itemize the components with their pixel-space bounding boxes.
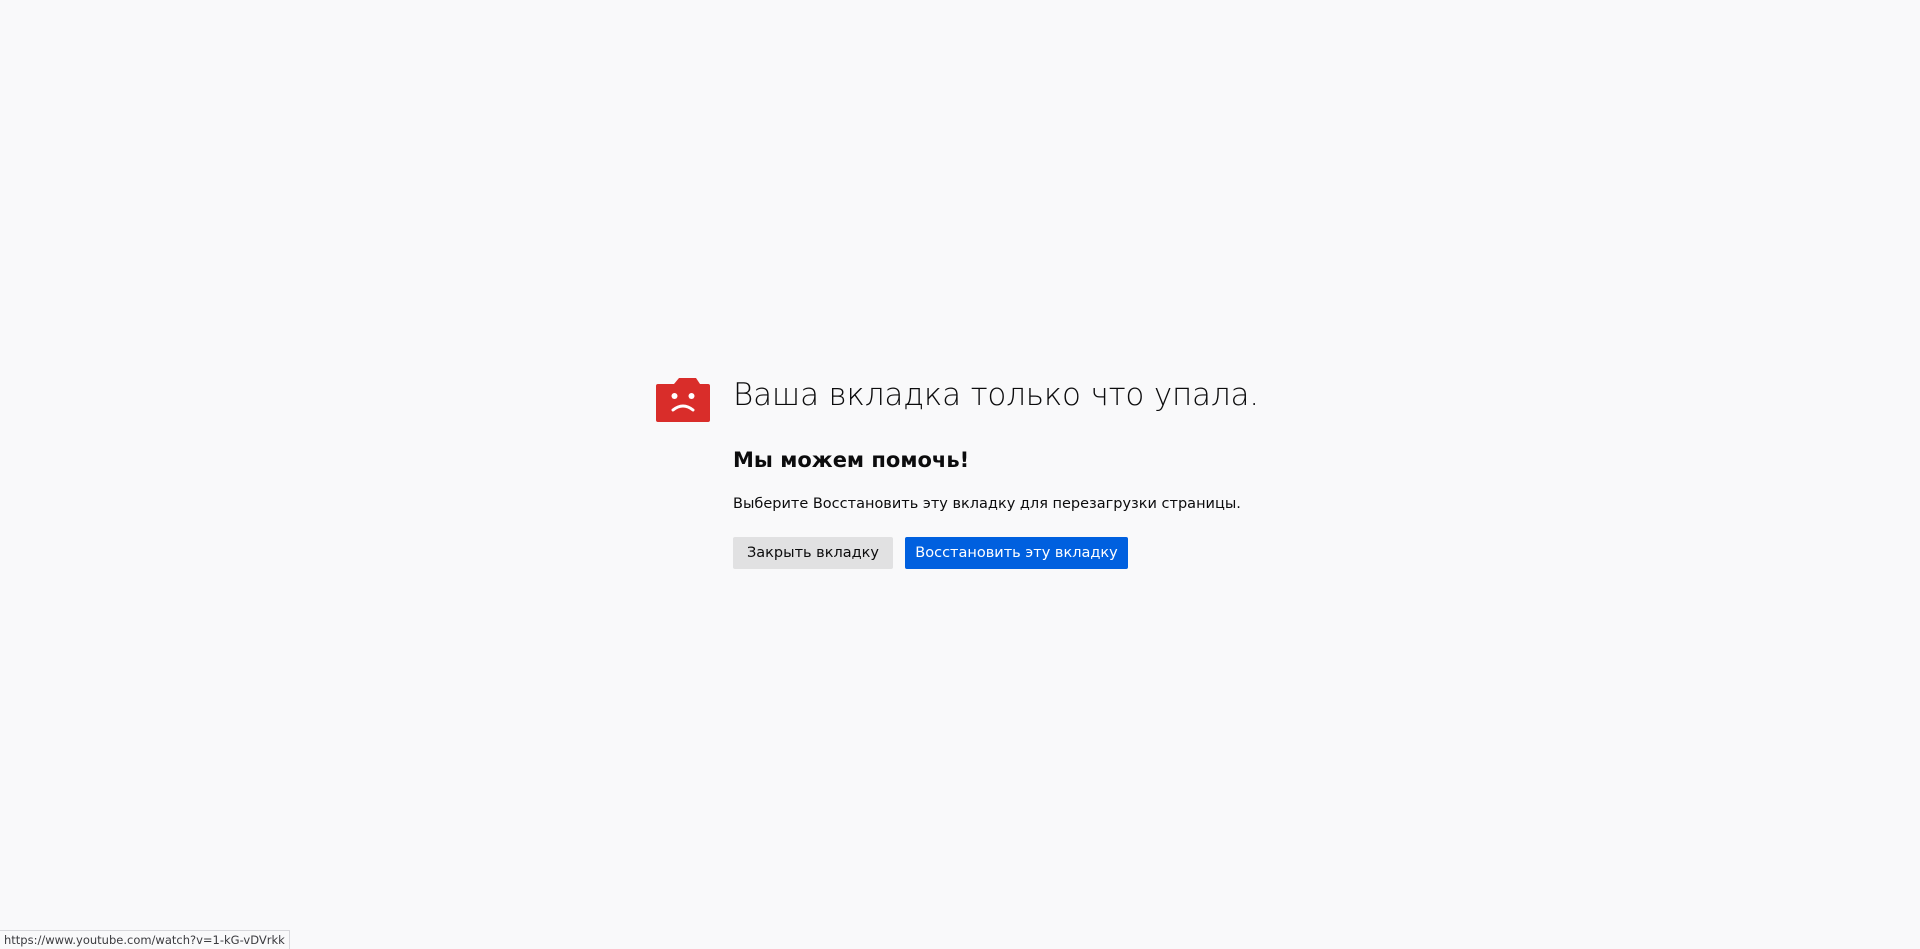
crash-page: Ваша вкладка только что упала. Мы можем … — [0, 0, 1920, 949]
button-row: Закрыть вкладку Восстановить эту вкладку — [733, 537, 1128, 569]
close-tab-button[interactable]: Закрыть вкладку — [733, 537, 893, 569]
page-title: Ваша вкладка только что упала. — [733, 377, 1259, 413]
crash-content: Ваша вкладка только что упала. Мы можем … — [733, 374, 1273, 569]
status-bar-url: https://www.youtube.com/watch?v=1-kG-vDV… — [0, 930, 290, 949]
restore-tab-button[interactable]: Восстановить эту вкладку — [905, 537, 1128, 569]
crash-subtitle: Мы можем помочь! — [733, 448, 970, 472]
crash-description: Выберите Восстановить эту вкладку для пе… — [733, 496, 1241, 512]
sad-tab-icon — [656, 378, 710, 422]
